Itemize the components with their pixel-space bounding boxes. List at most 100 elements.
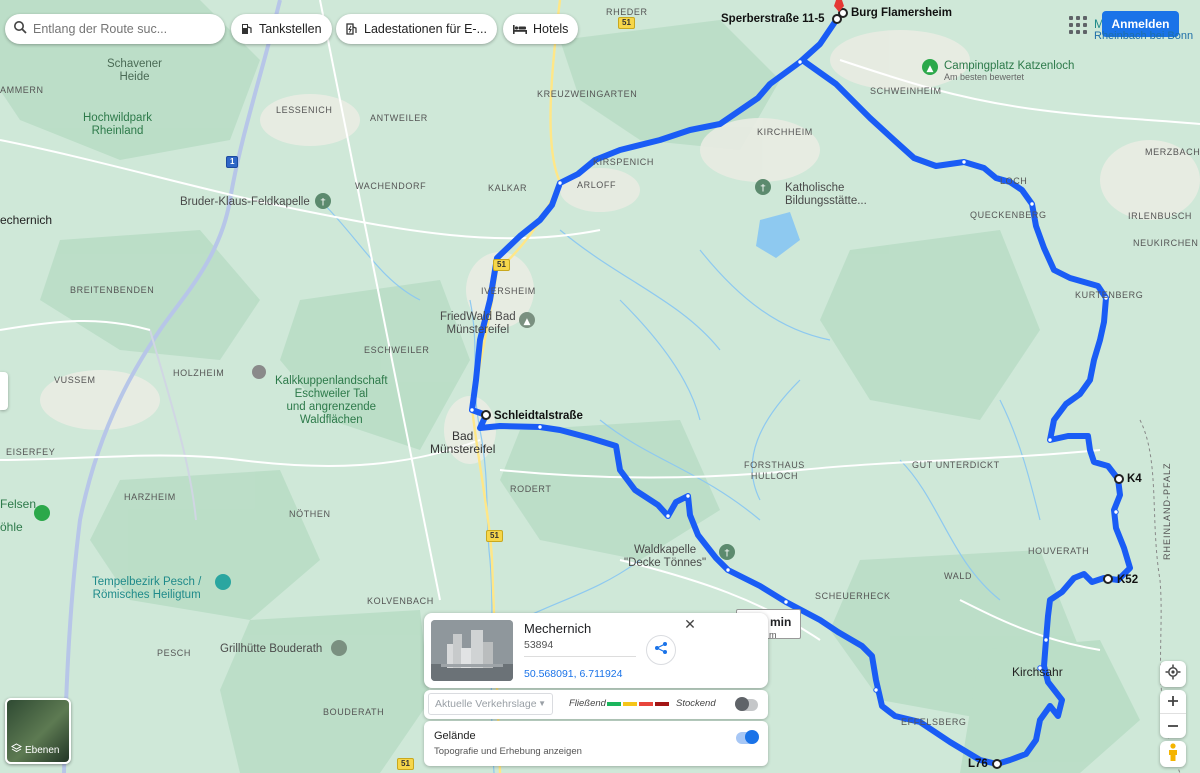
svg-text:▲: ▲ [524, 317, 531, 327]
place-coordinates[interactable]: 50.568091, 6.711924 [524, 668, 622, 680]
side-panel-handle[interactable] [0, 372, 8, 410]
gas-pump-icon [241, 23, 253, 35]
terrain-panel: Gelände Topografie und Erhebung anzeigen [424, 721, 768, 766]
place-label: HOUVERATH [1028, 546, 1090, 556]
place-label: Kirchsahr [1012, 665, 1063, 679]
route-start-label[interactable]: Sperberstraße 11-5 [721, 13, 825, 25]
place-label: NEUKIRCHEN [1133, 238, 1199, 248]
bed-icon [513, 24, 527, 34]
place-label: öhle [0, 520, 23, 534]
minus-icon [1167, 716, 1179, 737]
traffic-legend-bar [607, 702, 621, 706]
hotels-chip[interactable]: Hotels [503, 14, 579, 44]
traffic-legend-bar [623, 702, 637, 706]
place-label: WACHENDORF [355, 181, 427, 191]
place-label: RODERT [510, 484, 552, 494]
road-shield-51: 51 [397, 758, 414, 770]
place-label: Waldkapelle "Decke Tönnes" [624, 544, 707, 569]
place-thumbnail[interactable] [431, 620, 513, 681]
street-view-button[interactable] [1160, 741, 1186, 767]
corner-place-label: Rheinbach bei Bonn [1094, 30, 1194, 42]
road-shield-51: 51 [486, 530, 503, 542]
traffic-mode-value: Aktuelle Verkehrslage [435, 698, 537, 710]
place-label: NÖTHEN [289, 509, 331, 519]
zoom-out-button[interactable] [1160, 714, 1186, 738]
route-waypoint-label[interactable]: L76 [968, 758, 988, 770]
chip-label: Ladestationen für E-... [364, 22, 487, 36]
search-icon [13, 20, 27, 39]
place-label: Kalkkuppenlandschaft Eschweiler Tal und … [275, 375, 388, 426]
search-input[interactable] [33, 22, 193, 36]
route-waypoint-label[interactable]: Schleidtalstraße [494, 410, 583, 422]
place-label: ARLOFF [577, 180, 617, 190]
place-label: SCHEUERHECK [815, 591, 891, 601]
place-label: FriedWald Bad Münstereifel [440, 311, 516, 336]
waypoint-l76 [992, 759, 1002, 769]
traffic-panel: Aktuelle Verkehrslage ▼ Fließend Stocken… [424, 690, 768, 719]
place-label: QUECKENBERG [970, 210, 1047, 220]
road-shield-51: 51 [618, 17, 635, 29]
traffic-toggle[interactable] [735, 697, 758, 711]
traffic-legend-fast: Fließend [569, 698, 606, 709]
poi-pin-felsen [34, 505, 50, 521]
chip-label: Tankstellen [259, 22, 322, 36]
road-shield-a1: 1 [226, 156, 239, 168]
toggle-knob [745, 730, 759, 744]
route-destination-label[interactable]: Burg Flamersheim [851, 7, 952, 19]
place-label: IVERSHEIM [481, 286, 536, 296]
place-label: echernich [0, 213, 53, 227]
charging-stations-chip[interactable]: Ladestationen für E-... [336, 14, 497, 44]
place-label: LESSENICH [276, 105, 333, 115]
place-info-card[interactable]: Mechernich 53894 50.568091, 6.711924 ✕ [424, 613, 768, 688]
layers-icon [10, 743, 23, 757]
place-label: Grillhütte Bouderath [220, 643, 323, 655]
zoom-in-button[interactable] [1160, 690, 1186, 714]
terrain-toggle[interactable] [736, 730, 759, 744]
my-location-button[interactable] [1160, 661, 1186, 687]
place-label: Tempelbezirk Pesch / Römisches Heiligtum [92, 576, 202, 601]
close-button[interactable]: ✕ [682, 616, 698, 632]
place-label: EISERFEY [6, 447, 56, 457]
share-button[interactable] [646, 635, 676, 665]
layers-label-wrap: Ebenen [10, 743, 60, 757]
traffic-legend-bar [639, 702, 653, 706]
terrain-subtitle: Topografie und Erhebung anzeigen [434, 746, 582, 757]
route-waypoint-label[interactable]: K52 [1117, 574, 1138, 586]
place-label: VUSSEM [54, 375, 96, 385]
share-icon [654, 641, 668, 660]
chevron-down-icon: ▼ [538, 699, 546, 708]
place-label: HOLZHEIM [173, 368, 225, 378]
place-label: WALD [944, 571, 973, 581]
place-label: HARZHEIM [124, 492, 176, 502]
svg-text:†: † [321, 197, 326, 208]
waypoint-k4 [1114, 474, 1124, 484]
traffic-mode-select[interactable]: Aktuelle Verkehrslage ▼ [428, 693, 553, 715]
gas-stations-chip[interactable]: Tankstellen [231, 14, 332, 44]
place-label: Felsen [0, 497, 37, 511]
pegman-icon [1167, 742, 1179, 766]
apps-grid-icon[interactable] [1067, 14, 1089, 36]
terrain-title: Gelände [434, 730, 476, 742]
search-box[interactable] [5, 14, 225, 44]
place-label: MERZBACH [1145, 147, 1200, 157]
svg-text:†: † [761, 183, 766, 194]
place-label: GUT UNTERDICKT [912, 460, 1000, 470]
waypoint-k52 [1103, 574, 1113, 584]
place-label: ANTWEILER [370, 113, 428, 123]
layers-button[interactable]: Ebenen [5, 698, 71, 764]
waypoint-schleidtal [481, 410, 491, 420]
route-waypoint-label[interactable]: K4 [1127, 473, 1142, 485]
place-label: BOUDERATH [323, 707, 385, 717]
svg-text:▲: ▲ [927, 64, 934, 74]
place-label: KURTENBERG [1075, 290, 1144, 300]
divider [524, 656, 636, 657]
place-label: KIRCHHEIM [757, 127, 813, 137]
place-label: SCHWEINHEIM [870, 86, 942, 96]
place-title: Mechernich [524, 621, 592, 636]
chip-label: Hotels [533, 22, 569, 36]
place-label: ESCHWEILER [364, 345, 430, 355]
place-label: Bruder-Klaus-Feldkapelle [180, 196, 310, 208]
layers-label: Ebenen [25, 744, 60, 756]
plus-icon [1167, 691, 1179, 712]
traffic-legend-slow: Stockend [676, 698, 716, 709]
